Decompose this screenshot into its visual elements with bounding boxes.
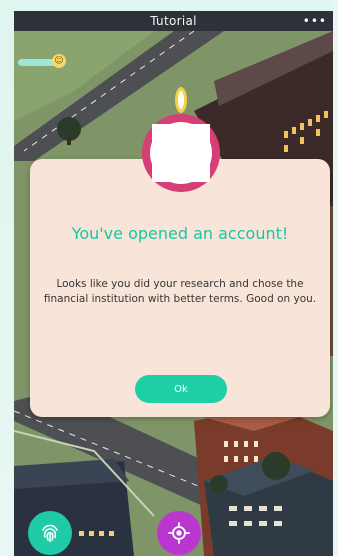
ok-button[interactable]: Ok — [135, 375, 227, 403]
background-left — [0, 0, 14, 556]
crosshair-icon — [168, 522, 190, 544]
game-viewport: Tutorial ••• ☺ You've opened an account!… — [14, 11, 333, 556]
dialog-title: You've opened an account! — [71, 224, 289, 243]
smiley-icon: ☺ — [52, 54, 66, 68]
locate-button[interactable] — [157, 511, 201, 555]
account-opened-dialog: You've opened an account! Looks like you… — [30, 159, 330, 417]
fingerprint-button[interactable] — [28, 511, 72, 555]
badge-inner — [150, 122, 212, 184]
title-bar: Tutorial ••• — [14, 11, 333, 31]
more-icon[interactable]: ••• — [303, 14, 327, 28]
background-right — [333, 0, 338, 556]
dialog-message: Looks like you did your research and cho… — [43, 278, 317, 305]
screen-title: Tutorial — [150, 14, 197, 28]
fingerprint-icon — [42, 524, 58, 543]
dialog-badge — [142, 114, 220, 192]
badge-icon — [152, 124, 210, 182]
